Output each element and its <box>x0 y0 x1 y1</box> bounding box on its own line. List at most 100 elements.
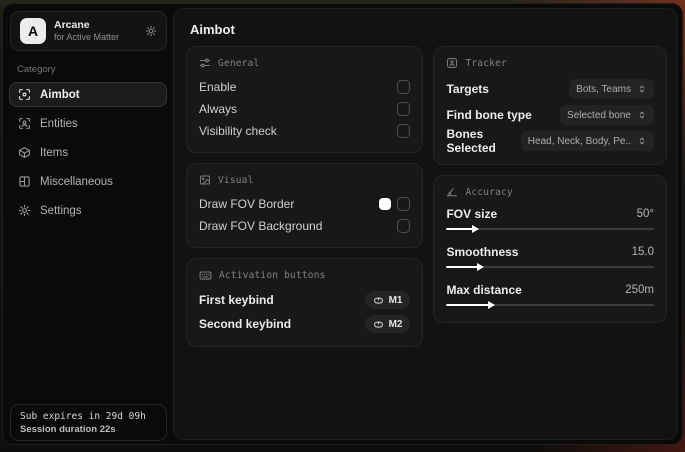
setting-label: Enable <box>199 80 237 94</box>
setting-label: Smoothness <box>446 244 519 259</box>
section-title: General <box>218 57 260 69</box>
sidebar-item-label: Entities <box>40 117 78 130</box>
find-bone-type-dropdown[interactable]: Selected bone <box>560 105 654 125</box>
fov-border-color-swatch[interactable] <box>379 198 392 210</box>
sidebar-nav: Aimbot Entities Items Miscellaneous Sett… <box>3 82 173 223</box>
section-title: Tracker <box>465 57 507 69</box>
slider-thumb[interactable] <box>472 225 480 233</box>
setting-row-targets: Targets Bots, Teams <box>446 76 654 102</box>
dropdown-value: Bots, Teams <box>576 83 631 95</box>
setting-label: First keybind <box>199 293 274 307</box>
tracker-card: Tracker Targets Bots, Teams Find bone ty… <box>433 46 667 165</box>
slider-thumb[interactable] <box>488 301 496 309</box>
app-logo: A <box>20 18 46 44</box>
sliders-icon <box>199 57 211 69</box>
setting-row-find-bone-type: Find bone type Selected bone <box>446 102 654 128</box>
main-panel: Aimbot General Enable Always Visibility … <box>173 8 678 440</box>
section-title: Activation buttons <box>219 269 326 281</box>
angle-icon <box>446 186 458 198</box>
page-title: Aimbot <box>190 22 235 37</box>
setting-row-max-distance: Max distance 250m <box>446 281 654 310</box>
caret-sort-icon <box>637 110 647 120</box>
mouse-icon <box>373 295 384 306</box>
draw-fov-border-checkbox[interactable] <box>397 197 411 211</box>
grid-icon <box>18 175 31 188</box>
setting-label: Bones Selected <box>446 127 496 155</box>
always-checkbox[interactable] <box>397 102 411 116</box>
enable-checkbox[interactable] <box>397 80 411 94</box>
person-scan-icon <box>18 117 31 130</box>
app-subtitle: for Active Matter <box>54 31 120 42</box>
fov-size-slider[interactable] <box>446 225 654 234</box>
setting-row-visibility-check: Visibility check <box>199 120 411 142</box>
activation-buttons-card: Activation buttons First keybind M1 Seco… <box>186 258 424 347</box>
keybind-value: M1 <box>388 294 403 306</box>
screen: A Arcane for Active Matter Category Aimb… <box>0 0 685 452</box>
sidebar-item-aimbot[interactable]: Aimbot <box>9 82 167 107</box>
sidebar-item-miscellaneous[interactable]: Miscellaneous <box>9 169 167 194</box>
setting-row-draw-fov-border: Draw FOV Border <box>199 193 411 215</box>
first-keybind-button[interactable]: M1 <box>364 291 411 309</box>
crosshair-scan-icon <box>18 88 31 101</box>
app-header-card: A Arcane for Active Matter <box>10 11 167 51</box>
slider-value: 15.0 <box>631 245 654 258</box>
general-card: General Enable Always Visibility check <box>186 46 424 153</box>
setting-label: Second keybind <box>199 317 292 331</box>
dropdown-value: Selected bone <box>567 109 631 121</box>
slider-thumb[interactable] <box>476 263 484 271</box>
visual-card: Visual Draw FOV Border Draw FOV Backgrou… <box>186 163 424 248</box>
setting-row-smoothness: Smoothness 15.0 <box>446 243 654 272</box>
sidebar-item-label: Items <box>40 146 69 159</box>
caret-sort-icon <box>637 84 647 94</box>
second-keybind-button[interactable]: M2 <box>364 315 411 333</box>
setting-label: FOV size <box>446 206 498 221</box>
bones-selected-dropdown[interactable]: Head, Neck, Body, Pe.. <box>520 131 654 151</box>
gear-icon[interactable] <box>145 25 157 37</box>
slider-value: 250m <box>625 283 654 296</box>
sidebar-item-settings[interactable]: Settings <box>9 198 167 223</box>
setting-label: Find bone type <box>446 108 532 122</box>
setting-label: Max distance <box>446 282 522 297</box>
app-name: Arcane <box>54 18 90 31</box>
smoothness-slider[interactable] <box>446 263 654 272</box>
setting-label: Visibility check <box>199 124 277 138</box>
section-title: Accuracy <box>465 186 513 198</box>
sidebar-item-entities[interactable]: Entities <box>9 111 167 136</box>
setting-label: Targets <box>446 82 489 96</box>
mouse-icon <box>373 319 384 330</box>
section-title: Visual <box>218 174 254 186</box>
setting-row-enable: Enable <box>199 76 411 98</box>
slider-value: 50° <box>636 207 654 220</box>
gear-icon <box>18 204 31 217</box>
category-label: Category <box>17 64 56 75</box>
app-window: A Arcane for Active Matter Category Aimb… <box>2 3 683 445</box>
sub-expires-text: Sub expires in 29d 09h <box>20 411 146 422</box>
visibility-check-checkbox[interactable] <box>397 124 411 138</box>
setting-label: Draw FOV Background <box>199 219 323 233</box>
targets-dropdown[interactable]: Bots, Teams <box>569 79 654 99</box>
image-icon <box>199 174 211 186</box>
keybind-value: M2 <box>388 318 403 330</box>
setting-row-first-keybind: First keybind M1 <box>199 288 411 312</box>
caret-sort-icon <box>637 136 647 146</box>
setting-row-draw-fov-background: Draw FOV Background <box>199 215 411 237</box>
setting-label: Always <box>199 102 238 116</box>
setting-row-second-keybind: Second keybind M2 <box>199 312 411 336</box>
setting-row-bones-selected: Bones Selected Head, Neck, Body, Pe.. <box>446 127 654 155</box>
subscription-info-card: Sub expires in 29d 09h Session duration … <box>10 404 167 441</box>
sidebar: A Arcane for Active Matter Category Aimb… <box>3 4 173 444</box>
tracker-icon <box>446 57 458 69</box>
sidebar-item-label: Settings <box>40 204 82 217</box>
max-distance-slider[interactable] <box>446 301 654 310</box>
setting-row-fov-size: FOV size 50° <box>446 205 654 234</box>
cube-icon <box>18 146 31 159</box>
dropdown-value: Head, Neck, Body, Pe.. <box>527 135 631 147</box>
setting-label: Draw FOV Border <box>199 197 295 211</box>
session-duration-text: Session duration 22s <box>20 424 116 435</box>
setting-row-always: Always <box>199 98 411 120</box>
sidebar-item-items[interactable]: Items <box>9 140 167 165</box>
keyboard-icon <box>199 269 212 282</box>
sidebar-item-label: Miscellaneous <box>40 175 113 188</box>
accuracy-card: Accuracy FOV size 50° Smoothness 15.0 Ma… <box>433 175 667 323</box>
draw-fov-background-checkbox[interactable] <box>397 219 411 233</box>
